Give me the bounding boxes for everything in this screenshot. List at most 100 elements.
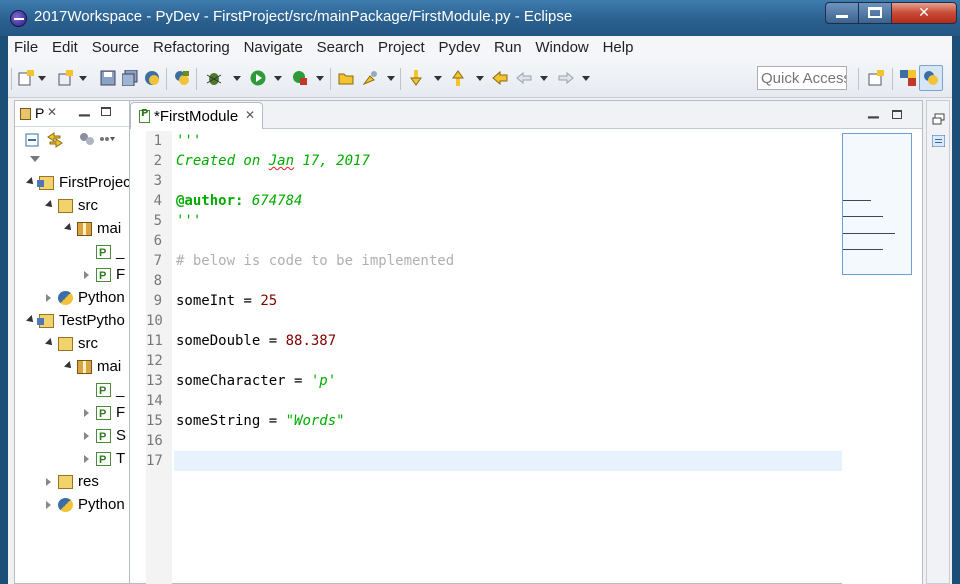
code-line[interactable] <box>174 391 842 411</box>
open-perspective-icon[interactable] <box>868 70 884 86</box>
minimize-view-button[interactable]: ▁ <box>79 101 90 117</box>
pydev-perspective-button[interactable] <box>919 65 943 91</box>
restore-icon[interactable] <box>932 113 945 125</box>
debug-dropdown-arrow[interactable] <box>233 76 241 81</box>
code-line[interactable]: someDouble = 88.387 <box>174 331 842 351</box>
new-dropdown-arrow[interactable] <box>38 76 46 81</box>
search-flashlight-icon[interactable] <box>362 70 378 86</box>
open-folder-icon[interactable] <box>338 70 354 86</box>
tree-item[interactable]: Python <box>15 495 129 515</box>
new-project-dropdown-arrow[interactable] <box>79 76 87 81</box>
external-tools-icon[interactable] <box>292 70 308 86</box>
collapsed-twisty-icon[interactable] <box>46 294 51 302</box>
tree-item[interactable]: src <box>15 334 129 354</box>
collapsed-twisty-icon[interactable] <box>46 501 51 509</box>
close-icon[interactable]: ✕ <box>245 108 255 122</box>
collapsed-twisty-icon[interactable] <box>84 432 89 440</box>
next-annotation-icon[interactable] <box>408 70 424 86</box>
tree-item[interactable]: FirstProjec <box>15 173 131 193</box>
last-edit-location-icon[interactable] <box>492 70 508 86</box>
tree-item[interactable]: T <box>15 449 129 470</box>
menu-help[interactable]: Help <box>599 36 638 60</box>
back-icon[interactable] <box>516 70 532 86</box>
search-dropdown-arrow[interactable] <box>387 76 395 81</box>
close-button[interactable]: ✕ <box>891 2 957 24</box>
code-line[interactable]: someInt = 25 <box>174 291 842 311</box>
filters-icon[interactable] <box>79 132 95 146</box>
maximize-view-button[interactable] <box>101 107 111 116</box>
code-area[interactable]: ''' Created on Jan 17, 2017 @author: 67478… <box>174 131 842 584</box>
save-all-icon[interactable] <box>122 70 138 86</box>
next-annotation-dropdown-arrow[interactable] <box>434 76 442 81</box>
menu-run[interactable]: Run <box>490 36 526 60</box>
editor-tab-firstmodule[interactable]: *FirstModule ✕ <box>130 102 263 129</box>
maximize-button[interactable] <box>858 2 892 24</box>
tree-item[interactable]: _ <box>15 380 129 401</box>
code-line[interactable]: ''' <box>174 131 842 151</box>
back-dropdown-arrow[interactable] <box>540 76 548 81</box>
run-icon[interactable] <box>250 70 266 86</box>
expanded-twisty-icon[interactable] <box>64 361 74 371</box>
tree-item[interactable]: res <box>15 472 129 492</box>
code-line[interactable]: Created on Jan 17, 2017 <box>174 151 842 171</box>
code-line[interactable]: ''' <box>174 211 842 231</box>
code-line[interactable]: someCharacter = 'p' <box>174 371 842 391</box>
java-perspective-icon[interactable] <box>900 70 916 86</box>
tree-item[interactable]: mai <box>15 357 129 377</box>
outline-view-icon[interactable] <box>932 135 945 147</box>
code-line[interactable] <box>174 431 842 451</box>
tree-item[interactable]: F <box>15 265 129 286</box>
forward-icon[interactable] <box>558 70 574 86</box>
code-line[interactable] <box>174 351 842 371</box>
code-line[interactable]: someString = "Words" <box>174 411 842 431</box>
expanded-twisty-icon[interactable] <box>45 200 55 210</box>
tree-item[interactable]: _ <box>15 242 129 263</box>
code-line[interactable]: @author: 674784 <box>174 191 842 211</box>
previous-annotation-icon[interactable] <box>450 70 466 86</box>
menu-navigate[interactable]: Navigate <box>240 36 307 60</box>
save-icon[interactable] <box>100 70 116 86</box>
previous-annotation-dropdown-arrow[interactable] <box>476 76 484 81</box>
tree-item[interactable]: S <box>15 426 129 447</box>
code-line[interactable] <box>174 311 842 331</box>
python-console-icon[interactable] <box>174 70 190 86</box>
expanded-twisty-icon[interactable] <box>45 338 55 348</box>
expanded-twisty-icon[interactable] <box>64 223 74 233</box>
menu-window[interactable]: Window <box>531 36 592 60</box>
minimize-button[interactable] <box>825 2 859 24</box>
python-run-icon[interactable] <box>144 70 160 86</box>
code-line[interactable] <box>174 231 842 251</box>
expanded-twisty-icon[interactable] <box>26 177 36 187</box>
close-icon[interactable]: ✕ <box>47 105 57 119</box>
menu-pydev[interactable]: Pydev <box>435 36 485 60</box>
tree-item[interactable]: src <box>15 196 129 216</box>
menu-source[interactable]: Source <box>88 36 144 60</box>
menu-refactoring[interactable]: Refactoring <box>149 36 234 60</box>
code-line[interactable] <box>174 451 842 471</box>
menu-file[interactable]: File <box>10 36 42 60</box>
tree-item[interactable]: F <box>15 403 129 424</box>
tree-item[interactable]: Python <box>15 288 129 308</box>
view-menu-dropdown-arrow[interactable] <box>30 156 40 162</box>
collapse-all-icon[interactable] <box>25 133 39 147</box>
minimize-editor-button[interactable]: ▁ <box>868 103 879 119</box>
run-dropdown-arrow[interactable] <box>274 76 282 81</box>
collapsed-twisty-icon[interactable] <box>46 478 51 486</box>
forward-dropdown-arrow[interactable] <box>582 76 590 81</box>
menu-project[interactable]: Project <box>374 36 429 60</box>
link-with-editor-icon[interactable] <box>47 132 63 148</box>
tree-item[interactable]: TestPytho <box>15 311 129 331</box>
menu-search[interactable]: Search <box>313 36 369 60</box>
menu-edit[interactable]: Edit <box>48 36 82 60</box>
code-line[interactable] <box>174 271 842 291</box>
collapsed-twisty-icon[interactable] <box>84 455 89 463</box>
code-line[interactable]: # below is code to be implemented <box>174 251 842 271</box>
new-icon[interactable] <box>18 70 34 86</box>
new-project-icon[interactable] <box>58 70 74 86</box>
package-explorer-tab[interactable]: P ✕ ▁ <box>15 101 129 127</box>
expanded-twisty-icon[interactable] <box>26 315 36 325</box>
debug-icon[interactable] <box>206 70 222 86</box>
collapsed-twisty-icon[interactable] <box>84 409 89 417</box>
code-line[interactable] <box>174 171 842 191</box>
collapsed-twisty-icon[interactable] <box>84 271 89 279</box>
